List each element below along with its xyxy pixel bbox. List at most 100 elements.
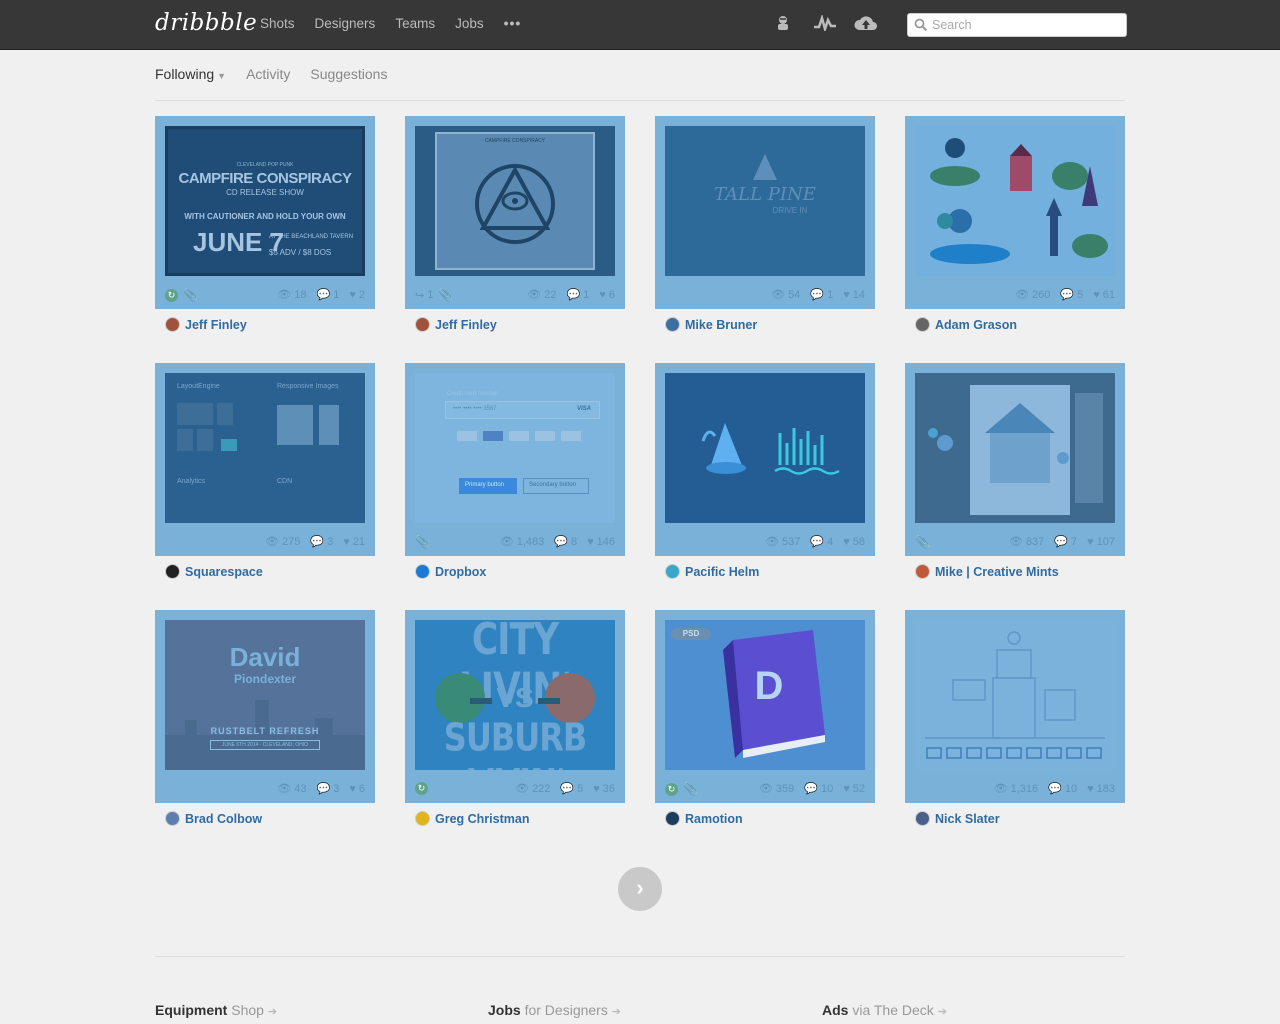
avatar[interactable] — [915, 811, 930, 826]
nav-shots[interactable]: Shots — [260, 16, 295, 31]
avatar[interactable] — [165, 564, 180, 579]
likes-count[interactable]: ♥ 107 — [1087, 536, 1115, 548]
shot-thumbnail[interactable]: TALL PINE DRIVE IN — [665, 126, 865, 276]
author-name[interactable]: Dropbox — [435, 565, 486, 579]
shot-card[interactable]: CLEVELAND POP PUNK CAMPFIRE CONSPIRACY CD … — [155, 116, 375, 309]
author-name[interactable]: Ramotion — [685, 812, 743, 826]
shot-author[interactable]: Brad Colbow — [165, 811, 262, 826]
comments-count[interactable]: 💬 1 — [317, 288, 340, 302]
dribbble-logo[interactable]: dribbble — [155, 10, 257, 36]
comments-count[interactable]: 💬 7 — [1054, 535, 1077, 549]
comments-count[interactable]: 💬 4 — [810, 535, 833, 549]
likes-count[interactable]: ♥ 36 — [593, 783, 615, 795]
shot-card[interactable]: David Piondexter RUSTBELT REFRESH JUNE 6TH … — [155, 610, 375, 803]
shot-thumbnail[interactable]: CLEVELAND POP PUNK CAMPFIRE CONSPIRACY CD … — [165, 126, 365, 276]
shot-card[interactable]: TALL PINE DRIVE IN 👁 54 💬 1 ♥ 14 — [655, 116, 875, 309]
avatar[interactable] — [665, 564, 680, 579]
shot-author[interactable]: Pacific Helm — [665, 564, 759, 579]
comments-count[interactable]: 💬 5 — [560, 782, 583, 796]
author-name[interactable]: Greg Christman — [435, 812, 529, 826]
author-name[interactable]: Jeff Finley — [435, 318, 497, 332]
shot-thumbnail[interactable]: CAMPFIRE CONSPIRACY — [415, 126, 615, 276]
likes-count[interactable]: ♥ 2 — [349, 289, 365, 301]
shot-author[interactable]: Adam Grason — [915, 317, 1017, 332]
shot-card[interactable]: 📎 👁 837 💬 7 ♥ 107 — [905, 363, 1125, 556]
avatar[interactable] — [915, 317, 930, 332]
footer-equipment[interactable]: Equipment Shop ➔ — [155, 1002, 277, 1018]
footer-jobs[interactable]: Jobs for Designers ➔ — [488, 1002, 621, 1018]
attachment-icon[interactable]: 📎 — [438, 288, 453, 302]
shot-card[interactable]: PSD D ↻ 📎 👁 359 💬 10 ♥ 52 — [655, 610, 875, 803]
attachment-icon[interactable]: 📎 — [415, 535, 430, 549]
likes-count[interactable]: ♥ 146 — [587, 536, 615, 548]
tab-following[interactable]: Following ▼ — [155, 66, 226, 82]
shot-author[interactable]: Greg Christman — [415, 811, 529, 826]
attachment-icon[interactable]: 📎 — [915, 535, 930, 549]
tab-activity[interactable]: Activity — [246, 66, 290, 82]
avatar[interactable] — [415, 564, 430, 579]
likes-count[interactable]: ♥ 6 — [599, 289, 615, 301]
likes-count[interactable]: ♥ 14 — [843, 289, 865, 301]
likes-count[interactable]: ♥ 6 — [349, 783, 365, 795]
next-page-button[interactable]: › — [618, 867, 662, 911]
likes-count[interactable]: ♥ 61 — [1093, 289, 1115, 301]
rebound-icon[interactable]: ↻ — [165, 288, 178, 302]
shot-author[interactable]: Squarespace — [165, 564, 263, 579]
avatar[interactable] — [415, 811, 430, 826]
more-menu-icon[interactable]: ••• — [504, 15, 522, 31]
avatar[interactable] — [165, 811, 180, 826]
avatar[interactable] — [665, 317, 680, 332]
avatar[interactable] — [915, 564, 930, 579]
shot-thumbnail[interactable] — [915, 126, 1115, 276]
avatar[interactable] — [415, 317, 430, 332]
shot-thumbnail[interactable]: PSD D — [665, 620, 865, 770]
likes-count[interactable]: ♥ 52 — [843, 783, 865, 795]
rebound-icon[interactable]: ↻ — [415, 782, 428, 795]
shot-author[interactable]: Jeff Finley — [165, 317, 247, 332]
nav-jobs[interactable]: Jobs — [455, 16, 484, 31]
avatar-icon[interactable] — [772, 14, 794, 37]
shot-card[interactable]: 👁 1,316 💬 10 ♥ 183 — [905, 610, 1125, 803]
author-name[interactable]: Mike | Creative Mints — [935, 565, 1059, 579]
comments-count[interactable]: 💬 10 — [1048, 782, 1077, 796]
author-name[interactable]: Mike Bruner — [685, 318, 757, 332]
nav-teams[interactable]: Teams — [395, 16, 435, 31]
shot-thumbnail[interactable]: Credit card number •••• •••• •••• 3567 VIS… — [415, 373, 615, 523]
rebound-icon[interactable]: ↻ — [665, 782, 678, 796]
shot-thumbnail[interactable] — [915, 373, 1115, 523]
shot-thumbnail[interactable]: CITY LIVIN'VSSUBURB LIVIN' — [415, 620, 615, 770]
shot-author[interactable]: Ramotion — [665, 811, 743, 826]
attachment-icon[interactable]: 📎 — [683, 782, 698, 796]
activity-icon[interactable] — [813, 13, 836, 36]
shot-author[interactable]: Dropbox — [415, 564, 486, 579]
comments-count[interactable]: 💬 3 — [317, 782, 340, 796]
author-name[interactable]: Nick Slater — [935, 812, 1000, 826]
comments-count[interactable]: 💬 5 — [1060, 288, 1083, 302]
shot-thumbnail[interactable] — [915, 620, 1115, 770]
shot-author[interactable]: Nick Slater — [915, 811, 1000, 826]
likes-count[interactable]: ♥ 21 — [343, 536, 365, 548]
author-name[interactable]: Pacific Helm — [685, 565, 759, 579]
author-name[interactable]: Brad Colbow — [185, 812, 262, 826]
author-name[interactable]: Squarespace — [185, 565, 263, 579]
avatar[interactable] — [165, 317, 180, 332]
likes-count[interactable]: ♥ 58 — [843, 536, 865, 548]
shot-thumbnail[interactable]: LayoutEngine Responsive Images Analytics CD… — [165, 373, 365, 523]
shot-thumbnail[interactable]: David Piondexter RUSTBELT REFRESH JUNE 6TH … — [165, 620, 365, 770]
footer-ads[interactable]: Ads via The Deck ➔ — [822, 1002, 947, 1018]
comments-count[interactable]: 💬 10 — [804, 782, 833, 796]
shot-card[interactable]: 👁 537 💬 4 ♥ 58 — [655, 363, 875, 556]
shot-card[interactable]: LayoutEngine Responsive Images Analytics CD… — [155, 363, 375, 556]
comments-count[interactable]: 💬 1 — [810, 288, 833, 302]
likes-count[interactable]: ♥ 183 — [1087, 783, 1115, 795]
shot-author[interactable]: Mike | Creative Mints — [915, 564, 1059, 579]
shot-thumbnail[interactable] — [665, 373, 865, 523]
comments-count[interactable]: 💬 8 — [554, 535, 577, 549]
comments-count[interactable]: 💬 1 — [567, 288, 590, 302]
author-name[interactable]: Adam Grason — [935, 318, 1017, 332]
shot-author[interactable]: Jeff Finley — [415, 317, 497, 332]
attachment-icon[interactable]: 📎 — [183, 288, 198, 302]
author-name[interactable]: Jeff Finley — [185, 318, 247, 332]
shot-card[interactable]: CAMPFIRE CONSPIRACY ↪ 1 📎 👁 22 💬 1 ♥ 6 — [405, 116, 625, 309]
nav-designers[interactable]: Designers — [315, 16, 376, 31]
